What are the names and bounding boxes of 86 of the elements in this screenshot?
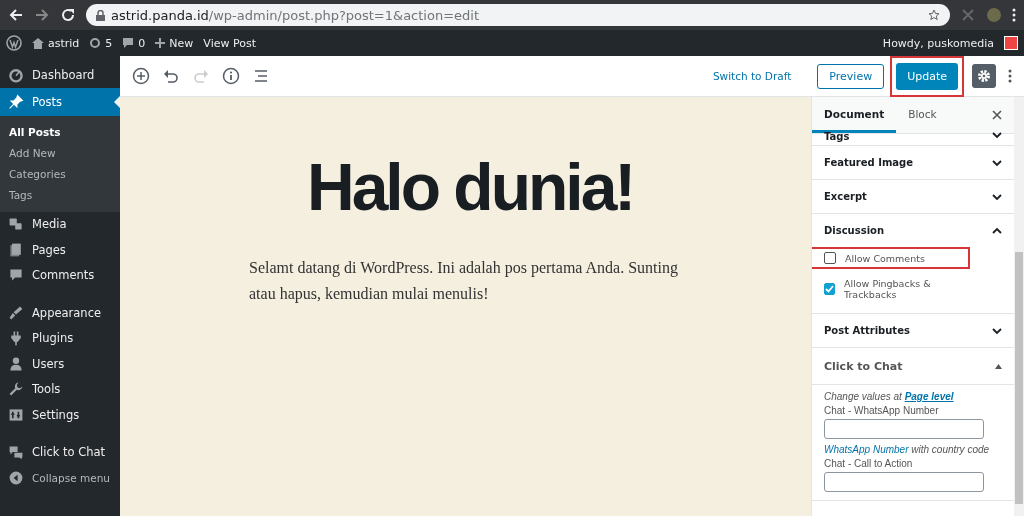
wrench-icon: [8, 381, 24, 398]
outline-icon[interactable]: [252, 67, 270, 85]
avatar-icon[interactable]: [1004, 36, 1018, 50]
reload-icon[interactable]: [60, 7, 76, 23]
home-icon: [32, 37, 44, 49]
forward-icon[interactable]: [34, 7, 50, 23]
sidebar-tab[interactable]: Block: [896, 97, 949, 133]
chat-bubbles-icon: [8, 444, 24, 461]
section-title[interactable]: Click to Chat: [824, 359, 903, 373]
submenu-item[interactable]: Tags: [0, 184, 120, 206]
menu-item[interactable]: Pages: [0, 237, 120, 263]
menu-item[interactable]: Click to Chat: [0, 439, 120, 465]
scrollbar[interactable]: [1014, 97, 1024, 516]
help-text: WhatsApp Number with country code: [824, 444, 991, 455]
menu-item[interactable]: Collapse menu: [0, 465, 120, 491]
triangle-up-icon[interactable]: [995, 363, 1002, 369]
close-icon[interactable]: [992, 110, 1002, 120]
address-bar[interactable]: astrid.panda.id/wp-admin/post.php?post=1&action=edit: [86, 4, 950, 26]
site-link[interactable]: astrid: [32, 36, 80, 50]
more-options-icon[interactable]: [1008, 69, 1012, 83]
chevron-up-icon[interactable]: [992, 226, 1002, 235]
sliders-icon: [8, 406, 24, 423]
plus-icon: [155, 38, 166, 48]
section-title[interactable]: Discussion: [824, 225, 885, 236]
media-icon: [8, 216, 24, 233]
pushpin-icon: [8, 93, 24, 110]
page-level-link[interactable]: Page level: [904, 391, 954, 402]
view-post-link[interactable]: View Post: [203, 36, 256, 50]
chevron-down-icon[interactable]: [992, 158, 1002, 167]
comments-link[interactable]: 0: [122, 36, 146, 50]
refresh-icon: [89, 37, 102, 49]
user-icon: [8, 355, 24, 372]
field-label: Chat - Call to Action: [824, 458, 914, 469]
settings-button[interactable]: [972, 64, 996, 88]
pages-icon: [8, 241, 24, 258]
new-link[interactable]: New: [155, 36, 194, 50]
preview-button[interactable]: Preview: [817, 63, 885, 89]
lock-icon: [96, 9, 105, 21]
menu-item[interactable]: Plugins: [0, 325, 120, 351]
checkbox[interactable]: [824, 252, 836, 264]
input-field[interactable]: [824, 472, 984, 492]
submenu-item[interactable]: Categories: [0, 163, 120, 185]
section-title[interactable]: Excerpt: [824, 191, 867, 202]
info-icon[interactable]: [222, 67, 240, 85]
menu-icon[interactable]: [1012, 8, 1016, 22]
post-paragraph[interactable]: Selamt datang di WordPress. Ini adalah pos pertama Anda. Sunting atau hapus, kemudian mulai menulis!: [249, 255, 689, 307]
brush-icon: [8, 304, 24, 321]
menu-item[interactable]: Media: [0, 211, 120, 237]
section-title[interactable]: Featured Image: [824, 157, 914, 168]
menu-item[interactable]: Posts: [0, 87, 120, 116]
field-label: Chat - WhatsApp Number: [824, 405, 940, 416]
menu-item[interactable]: Comments: [0, 262, 120, 288]
wordpress-logo-icon[interactable]: [6, 35, 22, 51]
chevron-down-icon[interactable]: [992, 131, 1002, 139]
section-title[interactable]: Tags: [824, 131, 850, 142]
gear-icon: [977, 69, 991, 83]
section-title[interactable]: Post Attributes: [824, 325, 910, 336]
speech-bubble-icon: [122, 37, 135, 49]
url-text: astrid.panda.id/wp-admin/post.php?post=1&action=edit: [111, 7, 480, 23]
updates-link[interactable]: 5: [89, 36, 113, 50]
star-icon[interactable]: [928, 9, 940, 21]
add-block-icon[interactable]: [132, 67, 150, 85]
checkbox-label: Allow Comments: [845, 252, 925, 264]
plug-icon: [8, 330, 24, 347]
menu-item[interactable]: Dashboard: [0, 62, 120, 88]
submenu-item[interactable]: Add New: [0, 142, 120, 164]
input-field[interactable]: [824, 419, 984, 439]
submenu-item[interactable]: All Posts: [0, 121, 120, 143]
menu-item[interactable]: Tools: [0, 376, 120, 402]
post-title[interactable]: Halo dunia!: [307, 149, 811, 225]
checkbox-label: Allow Pingbacks & Trackbacks: [844, 278, 932, 300]
menu-item[interactable]: Appearance: [0, 300, 120, 326]
update-button[interactable]: Update: [896, 62, 958, 90]
chevron-down-icon[interactable]: [992, 326, 1002, 335]
sidebar-tab[interactable]: Document: [812, 97, 897, 133]
whatsapp-link[interactable]: WhatsApp Number: [824, 444, 909, 455]
menu-item[interactable]: Settings: [0, 402, 120, 428]
gauge-icon: [8, 66, 24, 83]
checkbox[interactable]: [824, 283, 835, 295]
switch-to-draft-button[interactable]: Switch to Draft: [706, 69, 798, 83]
back-icon[interactable]: [8, 7, 24, 23]
chevron-down-icon[interactable]: [992, 192, 1002, 201]
collapse-icon: [8, 469, 24, 486]
menu-item[interactable]: Users: [0, 351, 120, 377]
hint-text: Change values at Page level: [824, 391, 955, 402]
greeting-link[interactable]: Howdy, puskomedia: [882, 36, 994, 50]
